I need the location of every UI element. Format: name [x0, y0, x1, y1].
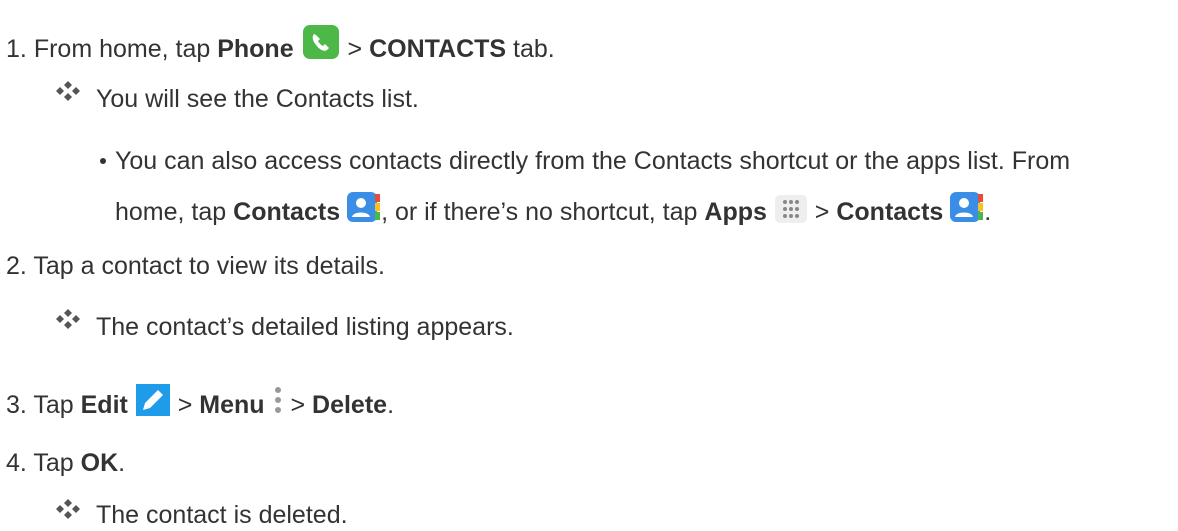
step-4: 4. Tap OK. [6, 449, 126, 477]
step-1-note-line2: home, tap Contacts , or if there’s no sh… [115, 192, 991, 231]
edit-pencil-icon [135, 383, 171, 424]
step-1-result: You will see the Contacts list. [96, 85, 419, 113]
step-4-result: The contact is deleted. [96, 501, 348, 529]
step-1: 1. From home, tap Phone > CONTACTS tab. [6, 25, 555, 68]
step-3: 3. Tap Edit > Menu > Delete. [6, 383, 394, 424]
step-number: 3. [6, 391, 27, 419]
step-1-note-line1: You can also access contacts directly fr… [115, 147, 1071, 175]
apps-grid-icon [774, 194, 808, 231]
step-2: 2. Tap a contact to view its details. [6, 252, 385, 280]
step-number: 1. [6, 35, 27, 63]
note-bullet [100, 158, 106, 164]
menu-dots-icon [272, 385, 284, 424]
diamond-bullet-icon [56, 499, 80, 519]
phone-app-icon [301, 25, 341, 68]
diamond-bullet-icon [56, 309, 80, 329]
diamond-bullet-icon [56, 81, 80, 101]
contacts-app-icon [950, 192, 984, 231]
step-number: 2. [6, 252, 27, 280]
contacts-app-icon [347, 192, 381, 231]
contacts-tab-label: CONTACTS [369, 35, 507, 63]
step-2-result: The contact’s detailed listing appears. [96, 313, 514, 341]
step-number: 4. [6, 449, 27, 477]
phone-label: Phone [217, 35, 294, 63]
